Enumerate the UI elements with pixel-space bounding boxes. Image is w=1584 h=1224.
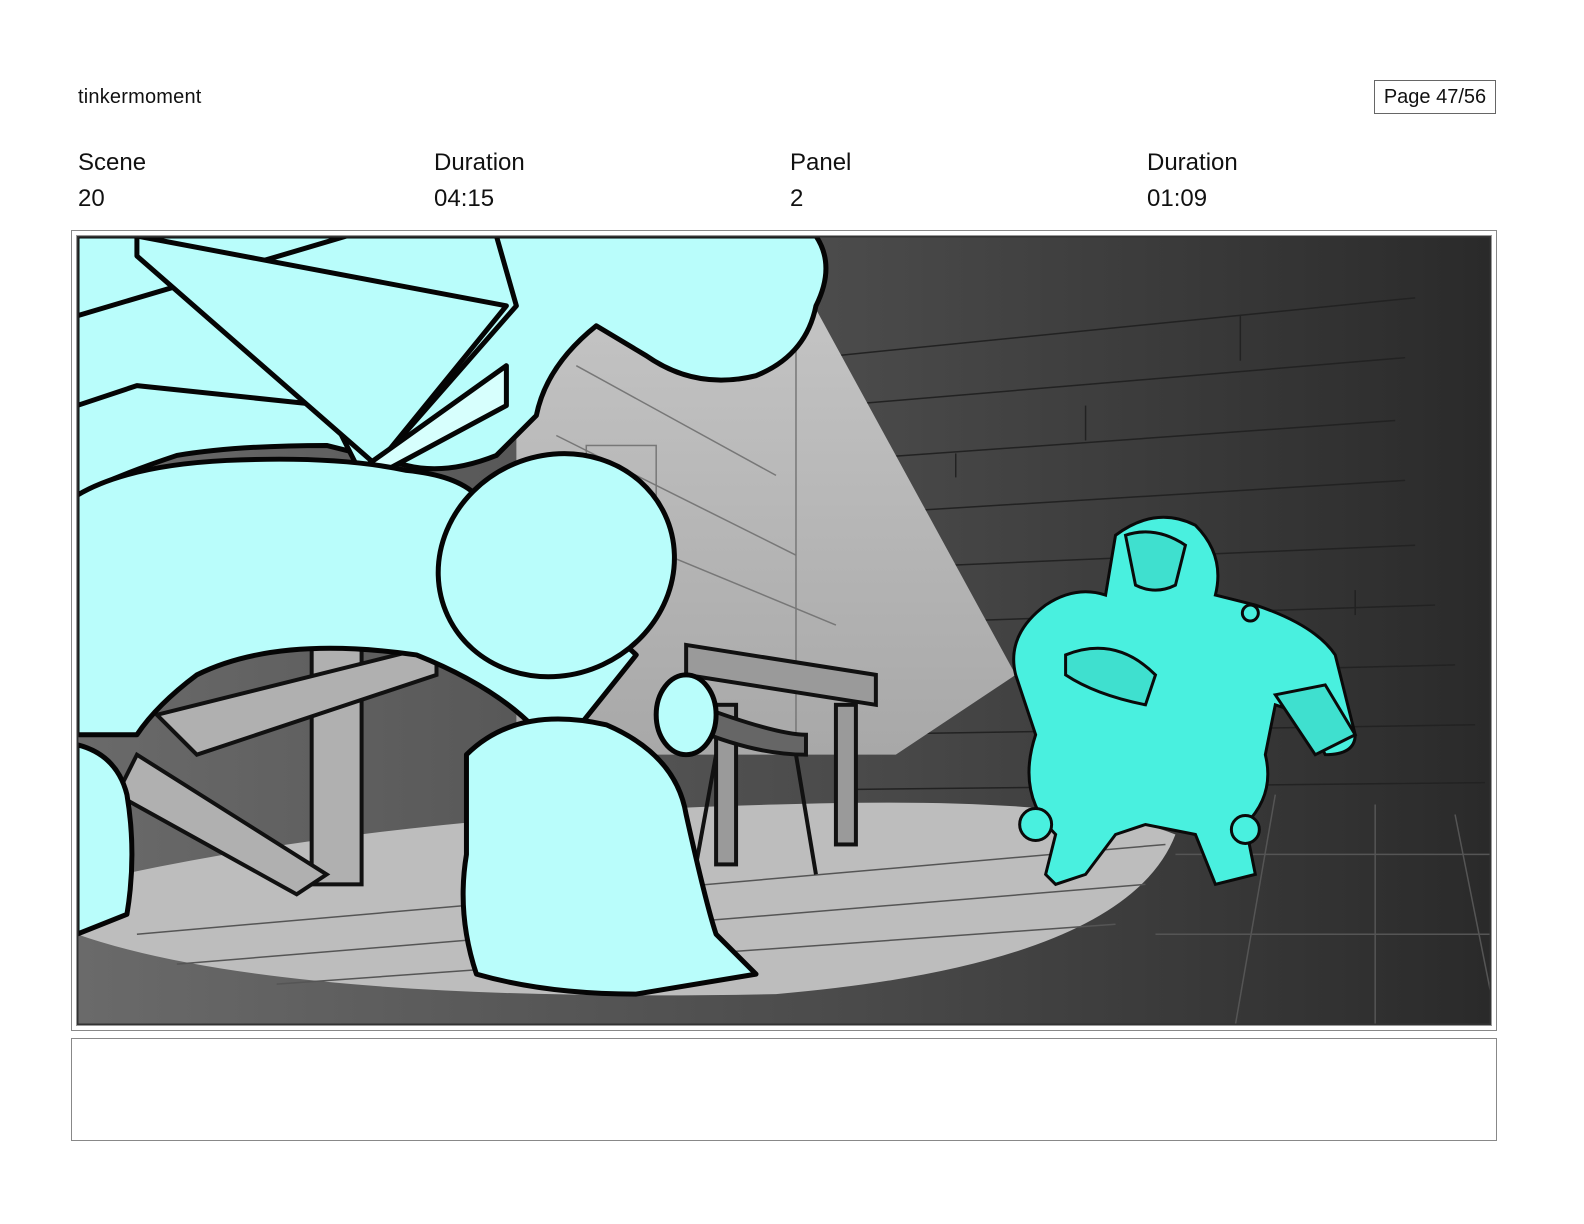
panel-duration-value: 01:09 bbox=[1147, 185, 1208, 212]
scene-duration-label: Duration bbox=[434, 149, 525, 176]
panel-label: Panel bbox=[790, 149, 852, 176]
panel-duration-label: Duration bbox=[1147, 149, 1238, 176]
storyboard-panel-frame bbox=[71, 230, 1497, 1031]
scene-label: Scene bbox=[78, 149, 147, 176]
scene-duration-info: Duration 04:15 bbox=[434, 150, 525, 212]
scene-duration-value: 04:15 bbox=[434, 185, 495, 212]
scene-info: Scene 20 bbox=[78, 150, 146, 212]
project-name: tinkermoment bbox=[78, 86, 202, 108]
page-number-badge: Page 47/56 bbox=[1374, 80, 1496, 114]
panel-info: Panel 2 bbox=[790, 150, 851, 212]
panel-value: 2 bbox=[790, 185, 804, 212]
panel-duration-info: Duration 01:09 bbox=[1147, 150, 1238, 212]
storyboard-panel-image bbox=[76, 235, 1492, 1026]
scene-value: 20 bbox=[78, 185, 105, 212]
panel-notes-box[interactable] bbox=[71, 1038, 1497, 1141]
panel-illustration bbox=[77, 236, 1491, 1025]
